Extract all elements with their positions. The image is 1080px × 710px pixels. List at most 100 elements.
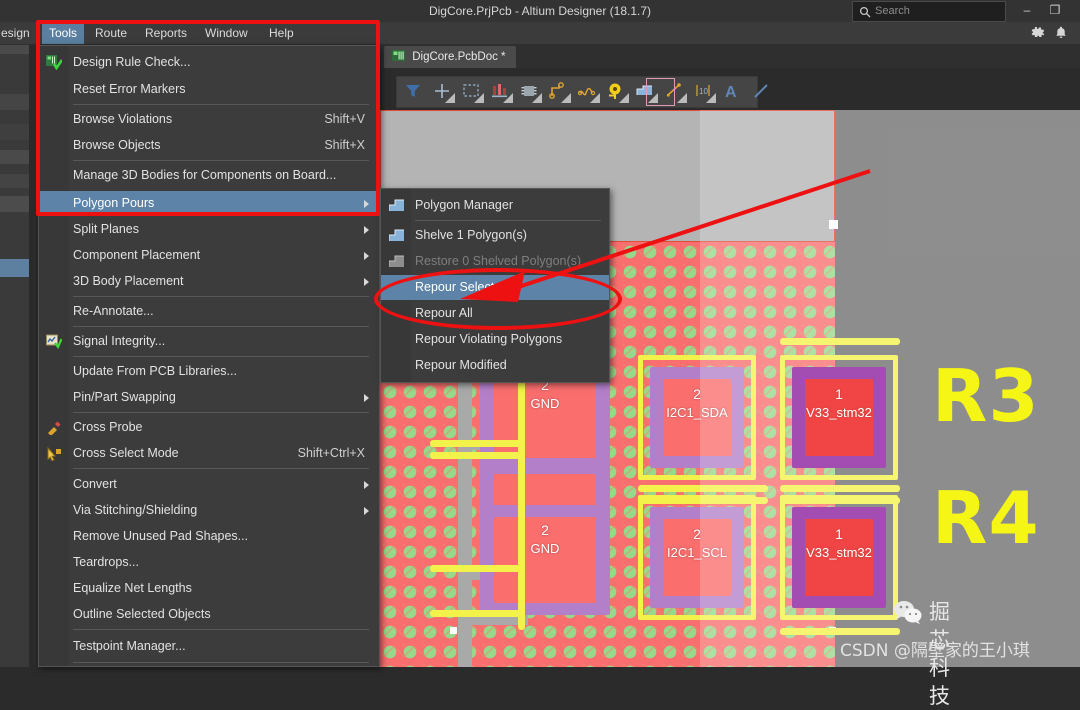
menu-item-label: Signal Integrity... (73, 334, 166, 348)
menu-item-label: Component Placement (73, 248, 201, 262)
menu-item-cross-probe[interactable]: Cross Probe (39, 415, 379, 440)
panel-row[interactable] (0, 174, 30, 188)
menu-item-label: Convert (73, 477, 117, 491)
crosshair-place-icon[interactable] (428, 77, 457, 105)
menu-item-via-stitching-shielding[interactable]: Via Stitching/Shielding (39, 498, 379, 523)
pcb-document-icon (392, 47, 405, 61)
pcb-placement-toolbar[interactable]: 10 A (396, 76, 768, 108)
polygon-icon (388, 229, 404, 242)
chevron-right-icon (364, 278, 369, 286)
filter-icon[interactable] (399, 77, 428, 105)
menu-item-label: Re-Annotate... (73, 304, 154, 318)
menu-item-outline-selected-objects[interactable]: Outline Selected Objects (39, 602, 379, 627)
menu-separator (73, 662, 369, 663)
ic-footprint-icon[interactable] (515, 77, 544, 105)
menu-item-label: Pin/Part Swapping (73, 390, 176, 404)
menu-item-component-placement[interactable]: Component Placement (39, 243, 379, 268)
menu-item-remove-unused-pad-shapes[interactable]: Remove Unused Pad Shapes... (39, 524, 379, 549)
pcb-trace (430, 452, 522, 459)
pcb-designator-r3: R3 (932, 354, 1040, 438)
menu-item-teardrops[interactable]: Teardrops... (39, 550, 379, 575)
wechat-icon (893, 600, 923, 624)
menu-separator (73, 296, 369, 297)
line-icon[interactable] (747, 77, 776, 105)
menu-separator (73, 468, 369, 469)
differential-pair-icon[interactable] (573, 77, 602, 105)
svg-text:A: A (725, 84, 737, 100)
search-icon (859, 5, 871, 18)
title-bar: DigCore.PrjPcb - Altium Designer (18.1.7… (0, 0, 1080, 22)
document-tab[interactable]: DigCore.PcbDoc * (384, 46, 516, 68)
menu-item-split-planes[interactable]: Split Planes (39, 217, 379, 242)
annotation-arrow (460, 169, 871, 302)
submenu-item-label: Repour Violating Polygons (415, 332, 563, 346)
chevron-right-icon (364, 252, 369, 260)
bell-icon[interactable] (1053, 25, 1069, 41)
cross-probe-icon (46, 420, 62, 436)
chevron-right-icon (364, 394, 369, 402)
menu-item-3d-body-placement[interactable]: 3D Body Placement (39, 269, 379, 294)
pcb-trace (518, 340, 525, 630)
pcb-trace (430, 610, 522, 617)
menu-item-testpoint-manager[interactable]: Testpoint Manager... (39, 634, 379, 659)
panel-divider (29, 44, 30, 667)
panel-row[interactable] (0, 150, 30, 164)
panel-row[interactable] (0, 124, 30, 140)
menu-item-label: Cross Select Mode (73, 446, 179, 460)
toolbar-selected-indicator (646, 78, 675, 106)
menu-item-label: Via Stitching/Shielding (73, 503, 198, 517)
restore-button[interactable]: ❐ (1042, 0, 1068, 21)
menu-item-shortcut: Shift+Ctrl+X (297, 446, 365, 460)
search-input[interactable]: Search (852, 1, 1006, 22)
pcb-component-pad[interactable]: 2 GND (480, 505, 610, 615)
component-icon[interactable] (486, 77, 515, 105)
pcb-trace (430, 565, 522, 572)
ruler-icon[interactable]: 10 (689, 77, 718, 105)
menu-design[interactable]: esign (0, 22, 37, 44)
via-icon[interactable] (602, 77, 631, 105)
menu-item-pin-part-swapping[interactable]: Pin/Part Swapping (39, 385, 379, 410)
menu-item-re-annotate[interactable]: Re-Annotate... (39, 299, 379, 324)
minimize-button[interactable]: – (1014, 0, 1040, 21)
polygon-icon (388, 199, 404, 212)
gear-icon[interactable] (1030, 25, 1046, 41)
pcb-designator-r4: R4 (932, 476, 1040, 560)
search-placeholder: Search (875, 5, 910, 17)
menu-item-convert[interactable]: Convert (39, 472, 379, 497)
document-tab-label: DigCore.PcbDoc * (412, 51, 506, 63)
cross-select-icon (46, 446, 62, 462)
panel-row[interactable] (0, 196, 30, 212)
menu-item-label: Teardrops... (73, 555, 140, 569)
menu-item-cross-select-mode[interactable]: Cross Select Mode Shift+Ctrl+X (39, 441, 379, 466)
menu-item-label: Testpoint Manager... (73, 639, 186, 653)
menu-item-label: 3D Body Placement (73, 274, 184, 288)
menu-item-label: Split Planes (73, 222, 140, 236)
menu-item-label: Remove Unused Pad Shapes... (73, 529, 249, 543)
panel-row-selected[interactable] (0, 259, 30, 277)
select-region-icon[interactable] (457, 77, 486, 105)
submenu-item-repour-violating-polygons[interactable]: Repour Violating Polygons (381, 327, 609, 352)
pcb-trace (430, 440, 522, 447)
menu-item-equalize-net-lengths[interactable]: Equalize Net Lengths (39, 576, 379, 601)
chevron-right-icon (364, 507, 369, 515)
menu-item-label: Cross Probe (73, 420, 143, 434)
submenu-item-repour-modified[interactable]: Repour Modified (381, 353, 609, 378)
wechat-name: 掘芯科技 (929, 600, 950, 708)
polygon-vertex-handle[interactable] (450, 627, 457, 634)
chevron-right-icon (364, 226, 369, 234)
menu-item-label: Outline Selected Objects (73, 607, 211, 621)
polygon-grey-icon (388, 255, 404, 268)
menu-item-update-from-pcb-libraries[interactable]: Update From PCB Libraries... (39, 359, 379, 384)
panel-row[interactable] (0, 94, 30, 110)
csdn-credit: CSDN @隔壁家的王小琪 (840, 641, 1030, 661)
route-trace-icon[interactable] (544, 77, 573, 105)
menu-separator (73, 356, 369, 357)
text-string-icon[interactable]: A (718, 77, 747, 105)
submenu-item-label: Repour Modified (415, 358, 507, 372)
left-dock-panel[interactable] (0, 44, 30, 667)
annotation-rect-tools-menu (36, 20, 380, 216)
menu-separator (73, 412, 369, 413)
signal-integrity-icon (46, 334, 63, 350)
menu-item-signal-integrity[interactable]: Signal Integrity... (39, 329, 379, 354)
panel-row[interactable] (0, 44, 30, 54)
